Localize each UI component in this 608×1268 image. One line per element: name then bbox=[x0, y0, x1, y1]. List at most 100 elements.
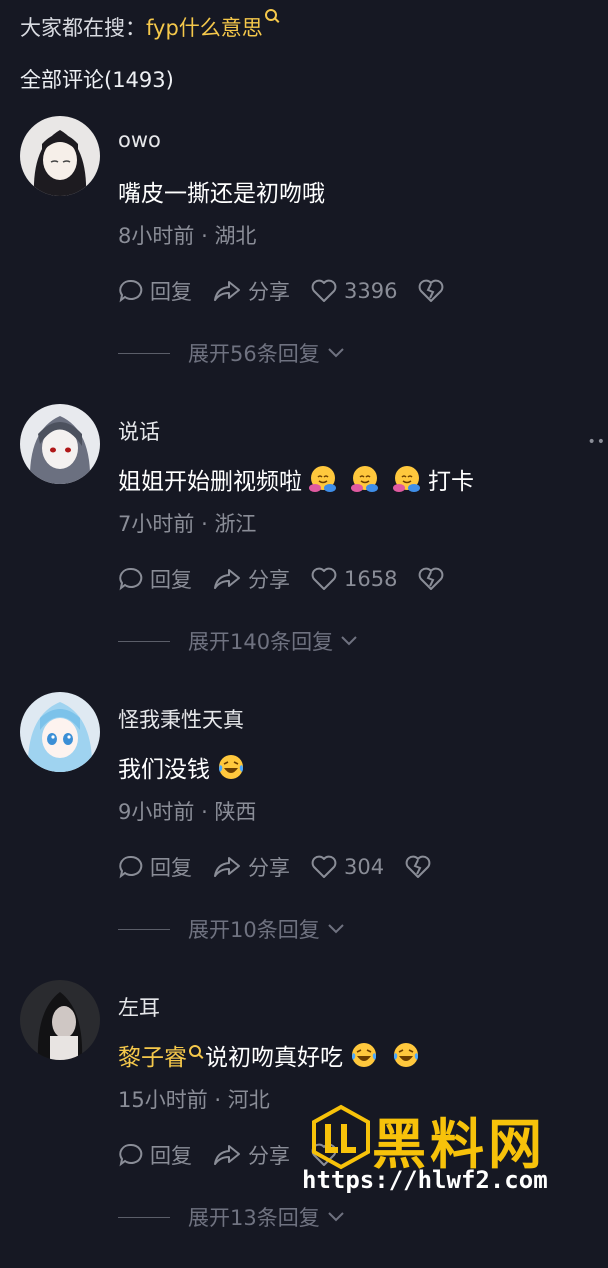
divider bbox=[118, 928, 170, 930]
share-label: 分享 bbox=[248, 280, 290, 304]
meta-dot: · bbox=[214, 1088, 222, 1112]
comment-time: 9小时前 bbox=[118, 800, 195, 824]
comment-text-part: 打卡 bbox=[428, 469, 474, 495]
like-count: 1658 bbox=[344, 567, 398, 591]
expand-replies[interactable]: 展开13条回复 bbox=[118, 1202, 346, 1232]
expand-label: 展开10条回复 bbox=[188, 918, 320, 942]
meta-dot: · bbox=[201, 512, 208, 536]
dislike-button[interactable] bbox=[417, 566, 451, 592]
comment-text: 嘴皮一撕还是初吻哦 bbox=[118, 181, 325, 207]
dislike-button[interactable] bbox=[417, 278, 451, 304]
avatar[interactable] bbox=[20, 404, 100, 484]
expand-label: 展开56条回复 bbox=[188, 342, 320, 366]
search-suggestion[interactable]: 大家都在搜：fyp什么意思 bbox=[20, 9, 277, 42]
search-prefix: 大家都在搜： bbox=[20, 16, 146, 40]
reply-button[interactable]: 回复 bbox=[118, 564, 192, 594]
avatar[interactable] bbox=[20, 980, 100, 1060]
expand-label: 展开140条回复 bbox=[188, 630, 334, 654]
watermark: 黑料网 https://hlwf2.com bbox=[302, 1100, 584, 1200]
like-button[interactable]: 304 bbox=[310, 854, 384, 880]
mention-link[interactable]: 黎子睿 bbox=[118, 1045, 187, 1071]
hugging-face-emoji-icon bbox=[309, 466, 336, 492]
laughing-tears-emoji-icon bbox=[352, 1043, 376, 1067]
comment-username[interactable]: owo bbox=[118, 128, 161, 152]
comment-item: 怪我秉性天真 我们没钱 9小时前 · 陕西 回复 分享 304 展开10条回复 bbox=[0, 692, 608, 980]
like-button[interactable]: 1658 bbox=[310, 566, 397, 592]
share-button[interactable]: 分享 bbox=[212, 276, 290, 306]
reply-icon bbox=[119, 855, 143, 879]
broken-heart-icon bbox=[419, 279, 444, 302]
comment-text: 黎子睿 说初吻真好吃 bbox=[118, 1038, 427, 1072]
comment-time: 8小时前 bbox=[118, 224, 195, 248]
comment-text-part: 姐姐开始删视频啦 bbox=[118, 469, 302, 495]
comment-username[interactable]: 说话 bbox=[118, 416, 160, 446]
comment-meta: 9小时前 · 陕西 bbox=[118, 796, 256, 826]
divider bbox=[118, 352, 170, 354]
like-count: 3396 bbox=[344, 279, 398, 303]
comment-text-part: 我们没钱 bbox=[118, 757, 210, 783]
comment-location: 湖北 bbox=[214, 224, 257, 248]
expand-replies[interactable]: 展开10条回复 bbox=[118, 914, 346, 944]
hugging-face-emoji-icon bbox=[351, 466, 378, 492]
share-button[interactable]: 分享 bbox=[212, 1140, 290, 1170]
heart-icon bbox=[311, 279, 337, 302]
search-icon bbox=[264, 9, 277, 21]
expand-label: 展开13条回复 bbox=[188, 1206, 320, 1230]
comment-item: 说话 姐姐开始删视频啦 打卡 7小时前 · 浙江 回复 分享 1658 展开140… bbox=[0, 404, 608, 692]
reply-label: 回复 bbox=[150, 280, 192, 304]
reply-button[interactable]: 回复 bbox=[118, 276, 192, 306]
comment-item: owo 嘴皮一撕还是初吻哦 8小时前 · 湖北 回复 分享 3396 展开56条… bbox=[0, 116, 608, 404]
share-label: 分享 bbox=[248, 1144, 290, 1168]
expand-replies[interactable]: 展开56条回复 bbox=[118, 338, 346, 368]
reply-button[interactable]: 回复 bbox=[118, 852, 192, 882]
comment-location: 浙江 bbox=[214, 512, 257, 536]
chevron-down-icon bbox=[328, 1212, 344, 1222]
expand-replies[interactable]: 展开140条回复 bbox=[118, 626, 359, 656]
divider bbox=[118, 640, 170, 642]
search-keyword[interactable]: fyp什么意思 bbox=[146, 16, 263, 40]
meta-dot: · bbox=[201, 800, 208, 824]
avatar[interactable] bbox=[20, 692, 100, 772]
comment-actions: 回复 分享 304 bbox=[118, 850, 458, 884]
meta-dot: · bbox=[201, 224, 208, 248]
comment-meta: 8小时前 · 湖北 bbox=[118, 220, 256, 250]
reply-icon bbox=[119, 567, 143, 591]
broken-heart-icon bbox=[405, 855, 431, 878]
comment-actions: 回复 分享 3396 bbox=[118, 274, 471, 308]
share-label: 分享 bbox=[248, 856, 290, 880]
comment-location: 陕西 bbox=[214, 800, 257, 824]
hugging-face-emoji-icon bbox=[393, 466, 420, 492]
comments-total: 全部评论(1493) bbox=[20, 68, 174, 92]
comment-text-part: 说初吻真好吃 bbox=[205, 1045, 343, 1071]
chevron-down-icon bbox=[328, 924, 344, 934]
reply-button[interactable]: 回复 bbox=[118, 1140, 192, 1170]
share-button[interactable]: 分享 bbox=[212, 852, 290, 882]
share-button[interactable]: 分享 bbox=[212, 564, 290, 594]
dislike-button[interactable] bbox=[404, 854, 438, 880]
share-icon bbox=[214, 857, 240, 877]
reply-label: 回复 bbox=[150, 568, 192, 592]
watermark-url: https://hlwf2.com bbox=[302, 1166, 548, 1194]
comment-time: 7小时前 bbox=[118, 512, 195, 536]
heart-icon bbox=[311, 567, 337, 590]
reply-label: 回复 bbox=[150, 856, 192, 880]
comment-username[interactable]: 怪我秉性天真 bbox=[118, 704, 244, 734]
comment-text: 姐姐开始删视频啦 打卡 bbox=[118, 462, 474, 496]
comment-time: 15小时前 bbox=[118, 1088, 208, 1112]
avatar[interactable] bbox=[20, 116, 100, 196]
like-count: 304 bbox=[344, 855, 385, 879]
comment-username[interactable]: 左耳 bbox=[118, 992, 160, 1022]
more-icon[interactable]: •• bbox=[587, 434, 606, 450]
laughing-tears-emoji-icon bbox=[219, 755, 243, 779]
chevron-down-icon bbox=[328, 348, 344, 358]
heart-icon bbox=[311, 855, 337, 878]
reply-icon bbox=[119, 279, 143, 303]
chevron-down-icon bbox=[341, 636, 357, 646]
comment-meta: 7小时前 · 浙江 bbox=[118, 508, 256, 538]
reply-icon bbox=[119, 1143, 143, 1167]
like-button[interactable]: 3396 bbox=[310, 278, 397, 304]
share-icon bbox=[214, 1145, 240, 1165]
search-icon bbox=[189, 1045, 201, 1057]
comment-meta: 15小时前 · 河北 bbox=[118, 1084, 270, 1114]
laughing-tears-emoji-icon bbox=[394, 1043, 418, 1067]
